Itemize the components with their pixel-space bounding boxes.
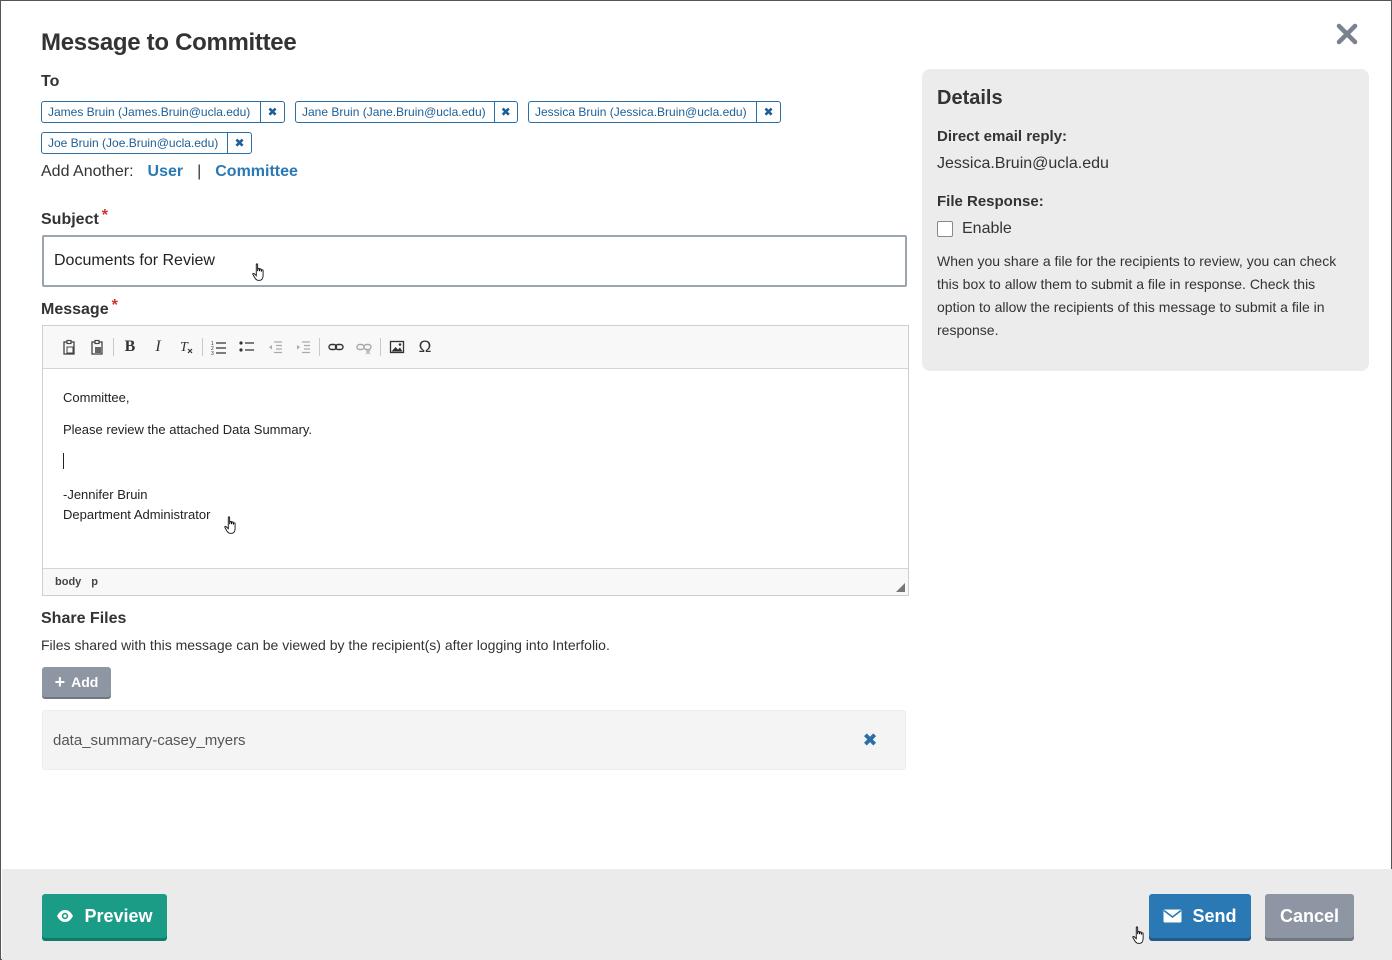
preview-button-label: Preview xyxy=(84,905,153,926)
dialog-title: Message to Committee xyxy=(41,29,297,56)
svg-text:3: 3 xyxy=(211,351,214,355)
bulleted-list-icon[interactable] xyxy=(233,334,261,360)
eye-icon xyxy=(56,909,74,923)
subject-label-text: Subject xyxy=(41,211,99,228)
send-button-label: Send xyxy=(1192,905,1237,926)
text-caret xyxy=(63,453,64,469)
signature-title: Department Administrator xyxy=(63,507,211,522)
recipient-chip-label: Jessica Bruin (Jessica.Bruin@ucla.edu) xyxy=(535,105,747,119)
element-path-p[interactable]: p xyxy=(91,576,98,588)
cancel-button-label: Cancel xyxy=(1279,905,1340,926)
editor-statusbar: body p xyxy=(43,568,908,595)
paste-icon[interactable] xyxy=(55,334,83,360)
add-user-link[interactable]: User xyxy=(148,163,184,181)
add-file-button[interactable]: + Add xyxy=(42,667,111,697)
shared-file-name: data_summary-casey_myers xyxy=(53,731,246,749)
element-path-body[interactable]: body xyxy=(55,576,81,588)
direct-reply-label: Direct email reply: xyxy=(937,128,1068,145)
rich-text-editor: B I T 123 Ω Committee, Please review the… xyxy=(42,325,909,596)
remove-recipient-icon[interactable]: ✖ xyxy=(493,102,517,122)
hand-cursor-icon xyxy=(1132,926,1144,944)
message-label: Message * xyxy=(41,297,118,319)
details-panel: Details Direct email reply: Jessica.Brui… xyxy=(922,69,1369,371)
remove-recipient-icon[interactable]: ✖ xyxy=(227,133,251,153)
shared-file-item: data_summary-casey_myers ✖ xyxy=(42,710,906,770)
envelope-icon xyxy=(1163,909,1182,923)
separator: | xyxy=(197,163,202,180)
toolbar-separator xyxy=(113,338,114,356)
add-another-label: Add Another: xyxy=(41,163,134,180)
recipient-chip: Jane Bruin (Jane.Bruin@ucla.edu) ✖ xyxy=(295,101,518,123)
editor-content[interactable]: Committee, Please review the attached Da… xyxy=(43,369,908,569)
direct-reply-value: Jessica.Bruin@ucla.edu xyxy=(937,155,1109,172)
add-committee-link[interactable]: Committee xyxy=(215,163,298,181)
toolbar-separator xyxy=(319,338,320,356)
signature-name: -Jennifer Bruin xyxy=(63,487,148,502)
details-title: Details xyxy=(937,87,1003,109)
plus-icon: + xyxy=(54,672,66,692)
recipient-chip: Joe Bruin (Joe.Bruin@ucla.edu) ✖ xyxy=(41,132,252,154)
hand-cursor-icon xyxy=(224,516,236,534)
image-icon[interactable] xyxy=(383,334,411,360)
bold-icon[interactable]: B xyxy=(116,334,144,360)
numbered-list-icon[interactable]: 123 xyxy=(205,334,233,360)
remove-file-icon[interactable]: ✖ xyxy=(860,729,880,751)
toolbar-separator xyxy=(202,338,203,356)
file-response-label: File Response: xyxy=(937,193,1044,210)
enable-label[interactable]: Enable xyxy=(962,220,1012,238)
recipient-chip-label: Joe Bruin (Joe.Bruin@ucla.edu) xyxy=(48,136,219,150)
required-mark: * xyxy=(101,207,109,224)
required-mark: * xyxy=(111,297,118,314)
remove-format-icon[interactable]: T xyxy=(172,334,200,360)
enable-checkbox[interactable] xyxy=(937,221,953,237)
file-response-help: When you share a file for the recipients… xyxy=(937,253,1337,338)
add-file-button-label: Add xyxy=(71,674,99,690)
recipient-chip-label: James Bruin (James.Bruin@ucla.edu) xyxy=(48,105,251,119)
preview-button[interactable]: Preview xyxy=(42,894,167,938)
outdent-icon[interactable] xyxy=(261,334,289,360)
resize-handle[interactable] xyxy=(896,583,905,592)
indent-icon[interactable] xyxy=(289,334,317,360)
message-dialog: Message to Committee To James Bruin (Jam… xyxy=(0,0,1392,960)
message-body-line: Please review the attached Data Summary. xyxy=(63,422,313,437)
recipient-chip: Jessica Bruin (Jessica.Bruin@ucla.edu) ✖ xyxy=(528,101,781,123)
svg-text:T: T xyxy=(180,340,189,355)
to-label: To xyxy=(41,73,60,90)
message-label-text: Message xyxy=(41,301,109,318)
italic-icon[interactable]: I xyxy=(144,334,172,360)
cancel-button[interactable]: Cancel xyxy=(1265,894,1354,938)
message-greeting: Committee, xyxy=(63,390,130,405)
recipient-chip: James Bruin (James.Bruin@ucla.edu) ✖ xyxy=(41,101,285,123)
unlink-icon[interactable] xyxy=(350,334,378,360)
subject-input[interactable]: Documents for Review xyxy=(42,235,907,287)
subject-input-value: Documents for Review xyxy=(54,252,215,269)
close-icon[interactable] xyxy=(1334,23,1360,49)
enable-row: Enable xyxy=(937,220,1354,238)
link-icon[interactable] xyxy=(322,334,350,360)
send-button[interactable]: Send xyxy=(1149,894,1251,938)
remove-recipient-icon[interactable]: ✖ xyxy=(260,102,284,122)
hand-cursor-icon xyxy=(252,263,264,281)
remove-recipient-icon[interactable]: ✖ xyxy=(756,102,780,122)
recipient-chip-label: Jane Bruin (Jane.Bruin@ucla.edu) xyxy=(302,105,486,119)
share-files-description: Files shared with this message can be vi… xyxy=(41,637,610,653)
add-another-row: Add Another: User | Committee xyxy=(41,163,298,181)
dialog-footer: Preview Send Cancel xyxy=(2,869,1392,960)
special-char-icon[interactable]: Ω xyxy=(411,334,439,360)
paste-word-icon[interactable] xyxy=(83,334,111,360)
share-files-title: Share Files xyxy=(41,610,127,627)
toolbar-separator xyxy=(380,338,381,356)
subject-label: Subject * xyxy=(41,207,108,229)
editor-toolbar: B I T 123 Ω xyxy=(43,326,908,369)
